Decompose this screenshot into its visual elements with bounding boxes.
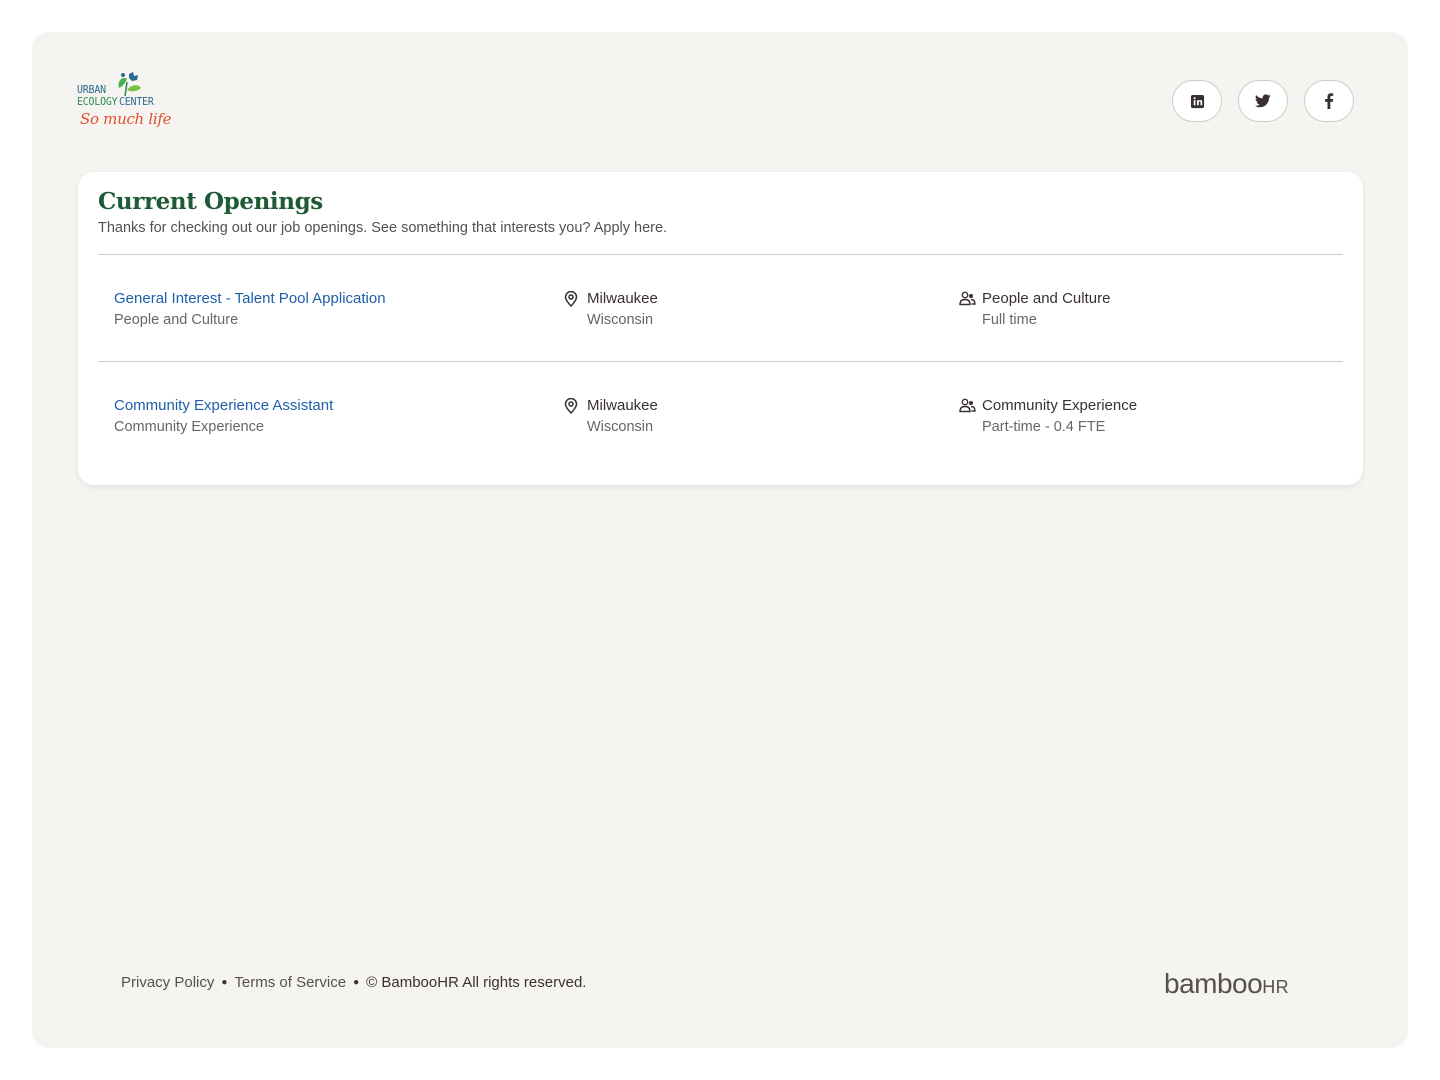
- job-city: Milwaukee: [587, 397, 658, 414]
- job-row: Community Experience Assistant Community…: [98, 396, 1343, 476]
- bamboohr-logo-suffix: HR: [1262, 977, 1290, 997]
- linkedin-icon: [1190, 94, 1204, 108]
- openings-card: Current Openings Thanks for checking out…: [78, 172, 1363, 485]
- job-title-link[interactable]: Community Experience Assistant: [114, 396, 333, 416]
- footer: Privacy Policy ● Terms of Service ● © Ba…: [121, 974, 586, 991]
- twitter-icon: [1255, 94, 1271, 108]
- company-logo[interactable]: URBAN ECOLOGY CENTER So much life: [77, 70, 172, 134]
- page-title: Current Openings: [98, 188, 323, 215]
- page-frame: URBAN ECOLOGY CENTER So much life Curren…: [32, 32, 1408, 1048]
- bamboohr-logo-main: bamboo: [1164, 968, 1263, 999]
- job-team: Community Experience: [982, 397, 1138, 414]
- job-city: Milwaukee: [587, 290, 658, 307]
- social-links: [1172, 80, 1354, 122]
- twitter-button[interactable]: [1238, 80, 1288, 122]
- job-type: Part-time - 0.4 FTE: [982, 419, 1106, 435]
- job-department: Community Experience: [114, 419, 264, 435]
- job-location-column: Milwaukee Wisconsin: [564, 289, 658, 330]
- job-title-column: General Interest - Talent Pool Applicati…: [114, 289, 386, 330]
- bamboohr-logo[interactable]: bambooHR: [1164, 968, 1289, 1000]
- facebook-button[interactable]: [1304, 80, 1354, 122]
- job-location-column: Milwaukee Wisconsin: [564, 396, 658, 437]
- job-state: Wisconsin: [587, 419, 654, 435]
- people-icon: [959, 398, 976, 413]
- copyright-text: © BambooHR All rights reserved.: [366, 974, 587, 991]
- job-title-column: Community Experience Assistant Community…: [114, 396, 333, 437]
- bullet-separator: ●: [221, 977, 228, 988]
- logo-tagline: So much life: [80, 110, 172, 128]
- linkedin-button[interactable]: [1172, 80, 1222, 122]
- logo-text-center: CENTER: [119, 95, 154, 108]
- location-pin-icon: [564, 398, 578, 414]
- page-subtitle: Thanks for checking out our job openings…: [98, 220, 668, 236]
- job-type: Full time: [982, 312, 1037, 328]
- job-team: People and Culture: [982, 290, 1111, 307]
- job-state: Wisconsin: [587, 312, 654, 328]
- bullet-separator: ●: [353, 977, 360, 988]
- logo-text-ecology: ECOLOGY: [77, 95, 118, 108]
- leaf-bird-icon: [118, 72, 141, 97]
- terms-of-service-link[interactable]: Terms of Service: [234, 974, 346, 991]
- divider: [98, 361, 1343, 362]
- divider: [98, 254, 1343, 255]
- job-department: People and Culture: [114, 312, 239, 328]
- job-row: General Interest - Talent Pool Applicati…: [98, 289, 1343, 369]
- people-icon: [959, 291, 976, 306]
- job-team-column: People and Culture Full time: [959, 289, 1110, 330]
- location-pin-icon: [564, 291, 578, 307]
- job-title-link[interactable]: General Interest - Talent Pool Applicati…: [114, 289, 386, 309]
- facebook-icon: [1325, 93, 1334, 109]
- privacy-policy-link[interactable]: Privacy Policy: [121, 974, 214, 991]
- job-team-column: Community Experience Part-time - 0.4 FTE: [959, 396, 1137, 437]
